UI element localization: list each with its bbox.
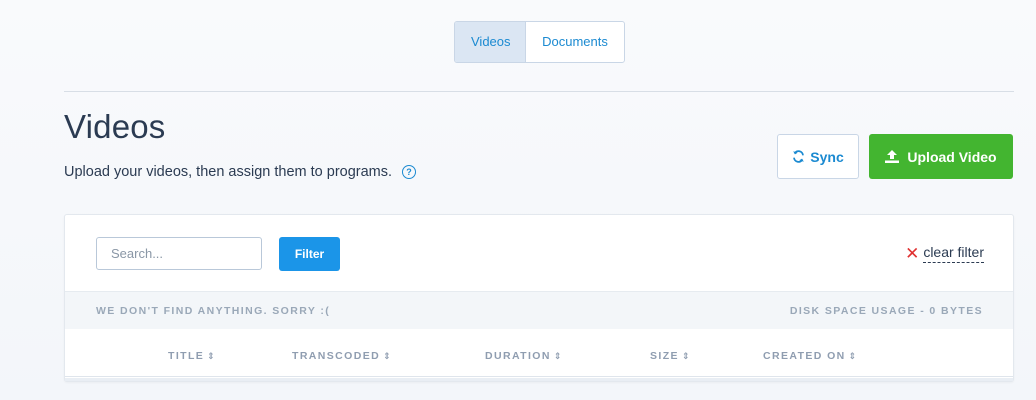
sort-icon: ⇕ [553, 351, 562, 361]
column-header-created-on[interactable]: CREATED ON ⇕ [763, 350, 856, 362]
results-status-bar: WE DON'T FIND ANYTHING. SORRY :( DISK SP… [65, 291, 1013, 329]
sort-icon: ⇕ [207, 351, 215, 361]
column-header-duration[interactable]: DURATION ⇕ [485, 350, 561, 362]
column-header-transcoded[interactable]: TRANSCODED ⇕ [292, 350, 391, 362]
clear-filter-link[interactable]: ✕ clear filter [905, 244, 984, 263]
filter-button[interactable]: Filter [279, 237, 340, 271]
column-label: SIZE [650, 350, 679, 362]
column-label: TITLE [168, 350, 205, 362]
subtitle-text: Upload your videos, then assign them to … [64, 164, 393, 180]
content-type-tabs: Videos Documents [454, 21, 625, 63]
sort-icon: ⇕ [848, 351, 857, 361]
x-icon: ✕ [905, 243, 920, 263]
upload-video-button[interactable]: Upload Video [869, 134, 1013, 179]
tab-documents[interactable]: Documents [526, 22, 624, 62]
clear-filter-label: clear filter [923, 244, 984, 263]
disk-usage-label: DISK SPACE USAGE - 0 BYTES [789, 305, 983, 317]
page-title: Videos [64, 108, 166, 145]
tab-videos[interactable]: Videos [455, 22, 526, 62]
column-label: TRANSCODED [292, 350, 381, 362]
videos-panel: Filter ✕ clear filter WE DON'T FIND ANYT… [64, 214, 1014, 382]
search-input[interactable] [96, 237, 262, 270]
upload-label: Upload Video [907, 148, 997, 165]
column-label: CREATED ON [763, 350, 846, 362]
sort-icon: ⇕ [681, 351, 690, 361]
sync-label: Sync [810, 148, 844, 165]
column-header-size[interactable]: SIZE ⇕ [650, 350, 690, 362]
table-bottom-border [65, 378, 1013, 381]
page-subtitle: Upload your videos, then assign them to … [64, 164, 417, 180]
header-divider [64, 91, 1014, 92]
sort-icon: ⇕ [383, 351, 391, 361]
column-header-title[interactable]: TITLE ⇕ [168, 350, 215, 362]
column-label: DURATION [485, 350, 551, 362]
upload-icon [885, 150, 900, 163]
table-header: TITLE ⇕ TRANSCODED ⇕ DURATION ⇕ SIZE ⇕ CREAT… [65, 328, 1013, 377]
sync-button[interactable]: Sync [777, 134, 859, 179]
question-circle-icon[interactable]: ? [402, 165, 417, 179]
refresh-icon [793, 150, 805, 163]
empty-results-message: WE DON'T FIND ANYTHING. SORRY :( [96, 305, 331, 317]
